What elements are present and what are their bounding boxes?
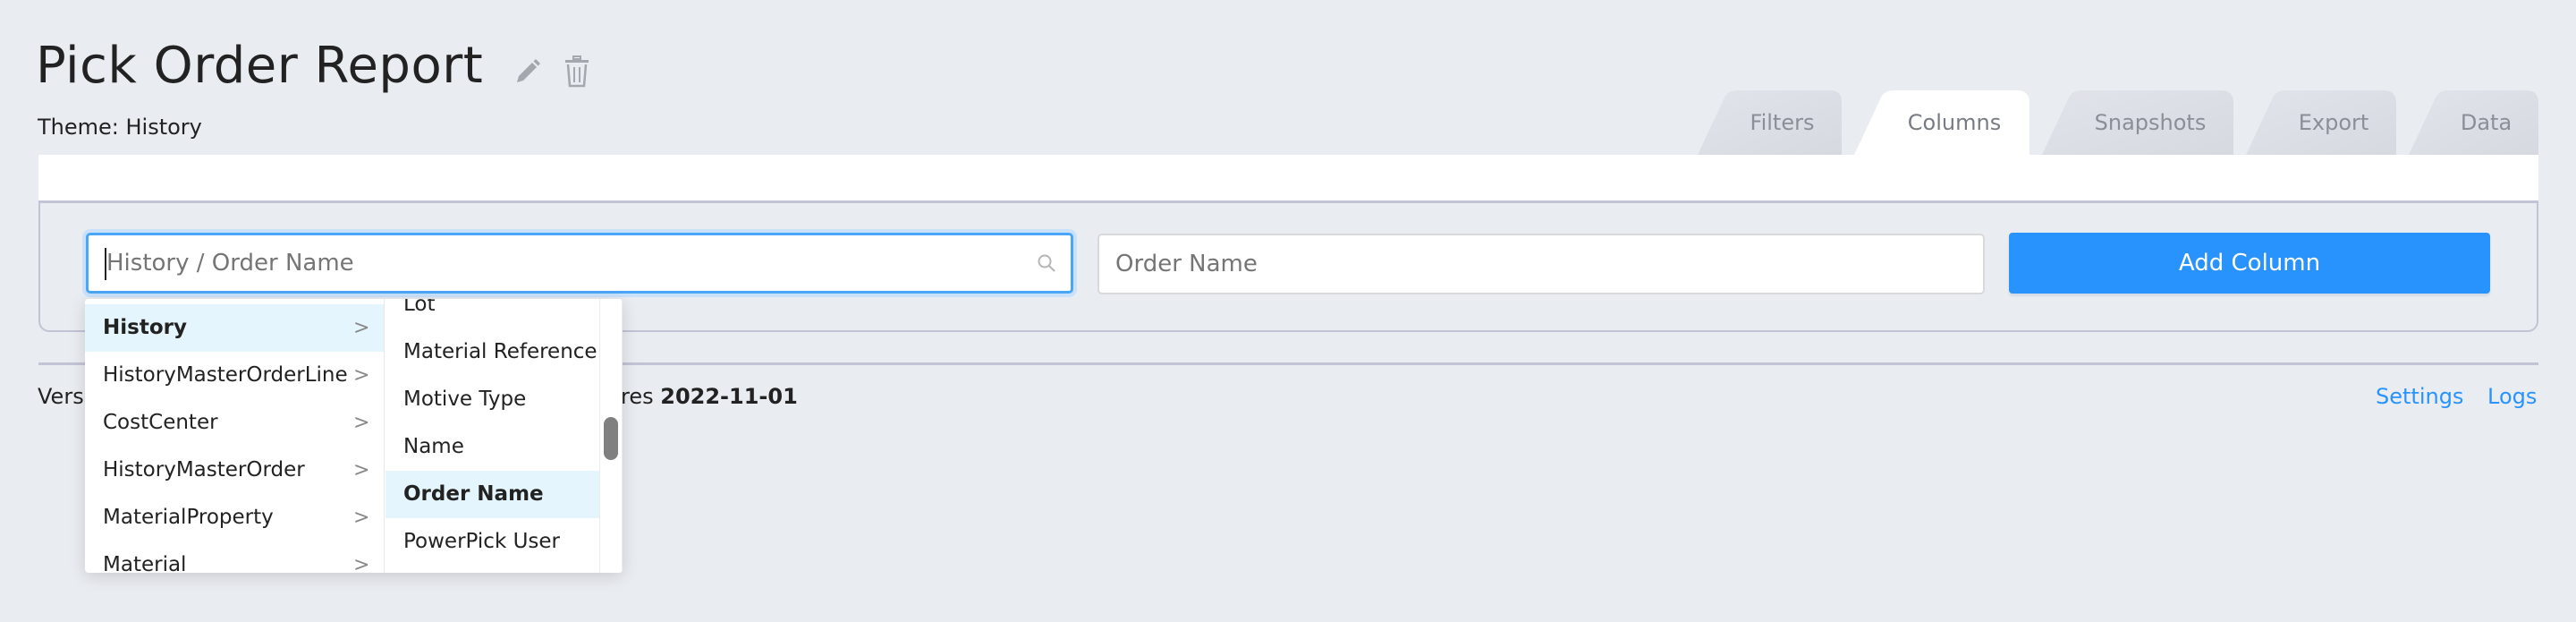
item-label: HistoryMasterOrder <box>103 458 305 481</box>
theme-label: Theme: History <box>38 115 202 140</box>
expiry-date: 2022-11-01 <box>660 384 798 409</box>
item-label: Material <box>103 553 187 573</box>
item-label: HistoryMasterOrderLine <box>103 363 348 387</box>
logs-link[interactable]: Logs <box>2487 383 2537 410</box>
chevron-right-icon: > <box>353 554 370 573</box>
cascader-field-powerpick-user[interactable]: PowerPick User <box>386 518 600 566</box>
cascader-menu-fields: Lot Material Reference Motive Type Name … <box>386 299 600 573</box>
chevron-right-icon: > <box>353 412 370 434</box>
tab-export[interactable]: Export <box>2246 90 2396 155</box>
scrollbar-thumb[interactable] <box>604 417 618 460</box>
item-label: MaterialProperty <box>103 506 274 529</box>
chevron-right-icon: > <box>353 507 370 529</box>
cascader-menu-entities: History > HistoryMasterOrderLine > CostCen… <box>85 299 385 573</box>
chevron-right-icon: > <box>353 459 370 481</box>
license-expiry-text: res 2022-11-01 <box>621 383 798 410</box>
tab-label: Export <box>2298 110 2369 135</box>
cascader-item-historymasterorder[interactable]: HistoryMasterOrder > <box>85 447 384 494</box>
cascader-item-material[interactable]: Material > <box>85 541 384 573</box>
tab-content-header <box>38 155 2538 201</box>
cascader-field-order-name[interactable]: Order Name <box>386 471 600 518</box>
trash-icon[interactable] <box>563 55 591 88</box>
version-text: Vers <box>38 384 84 409</box>
page-title: Pick Order Report <box>36 37 484 95</box>
cascader-item-historymasterorderline[interactable]: HistoryMasterOrderLine > <box>85 352 384 399</box>
cascader-field-lot[interactable]: Lot <box>386 299 600 328</box>
cascader-field-name[interactable]: Name <box>386 423 600 471</box>
column-path-search-input[interactable] <box>86 233 1073 294</box>
item-label: History <box>103 316 187 339</box>
tab-label: Filters <box>1750 110 1815 135</box>
column-name-input[interactable] <box>1097 234 1985 294</box>
column-cascader-dropdown: History > HistoryMasterOrderLine > CostCen… <box>85 299 623 573</box>
cascader-field-material-reference[interactable]: Material Reference <box>386 328 600 376</box>
tab-snapshots[interactable]: Snapshots <box>2042 90 2233 155</box>
text-cursor <box>105 248 106 280</box>
cascader-item-history[interactable]: History > <box>85 304 384 352</box>
tab-data[interactable]: Data <box>2409 90 2538 155</box>
chevron-right-icon: > <box>353 317 370 339</box>
settings-link[interactable]: Settings <box>2376 383 2463 410</box>
cascader-item-materialproperty[interactable]: MaterialProperty > <box>85 494 384 541</box>
cascader-item-costcenter[interactable]: CostCenter > <box>85 399 384 447</box>
pencil-icon[interactable] <box>513 57 542 86</box>
expiry-prefix: res <box>621 384 661 409</box>
chevron-right-icon: > <box>353 364 370 387</box>
search-icon <box>1036 252 1057 274</box>
tab-label: Snapshots <box>2094 110 2207 135</box>
tab-columns[interactable]: Columns <box>1854 90 2029 155</box>
tab-filters[interactable]: Filters <box>1698 90 1842 155</box>
add-column-button[interactable]: Add Column <box>2009 233 2490 294</box>
item-label: CostCenter <box>103 411 218 434</box>
tab-label: Columns <box>1907 110 2002 135</box>
cascader-field-motive-type[interactable]: Motive Type <box>386 376 600 423</box>
tab-label: Data <box>2460 110 2512 135</box>
